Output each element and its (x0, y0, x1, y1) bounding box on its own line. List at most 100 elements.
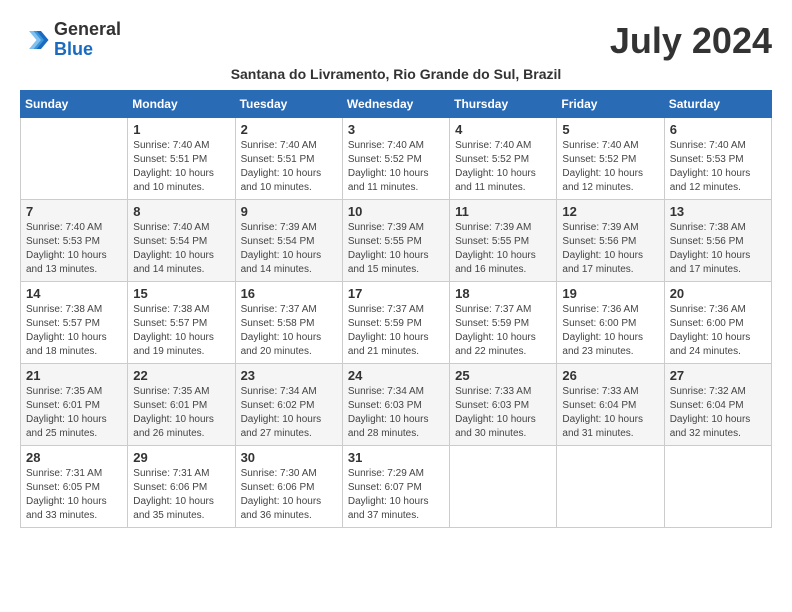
day-number: 29 (133, 450, 229, 465)
calendar-cell: 31 Sunrise: 7:29 AMSunset: 6:07 PMDayligh… (342, 446, 449, 528)
day-number: 19 (562, 286, 658, 301)
day-number: 5 (562, 122, 658, 137)
day-info: Sunrise: 7:37 AMSunset: 5:59 PMDaylight:… (455, 303, 551, 359)
day-info: Sunrise: 7:33 AMSunset: 6:04 PMDaylight:… (562, 385, 658, 441)
header-tuesday: Tuesday (235, 91, 342, 118)
calendar-week-row: 1 Sunrise: 7:40 AMSunset: 5:51 PMDaylight… (21, 118, 772, 200)
day-number: 7 (26, 204, 122, 219)
day-info: Sunrise: 7:33 AMSunset: 6:03 PMDaylight:… (455, 385, 551, 441)
page-header: General Blue July 2024 (20, 20, 772, 62)
day-number: 13 (670, 204, 766, 219)
calendar-cell: 5 Sunrise: 7:40 AMSunset: 5:52 PMDaylight… (557, 118, 664, 200)
calendar-cell: 20 Sunrise: 7:36 AMSunset: 6:00 PMDayligh… (664, 282, 771, 364)
calendar-cell: 3Sunrise: 7:40 AMSunset: 5:52 PMDaylight… (342, 118, 449, 200)
day-info: Sunrise: 7:36 AMSunset: 6:00 PMDaylight:… (670, 303, 766, 359)
month-title: July 2024 (610, 20, 772, 62)
day-info: Sunrise: 7:36 AMSunset: 6:00 PMDaylight:… (562, 303, 658, 359)
calendar-cell: 14 Sunrise: 7:38 AMSunset: 5:57 PMDayligh… (21, 282, 128, 364)
day-info: Sunrise: 7:29 AMSunset: 6:07 PMDaylight:… (348, 467, 444, 523)
calendar-cell: 10Sunrise: 7:39 AMSunset: 5:55 PMDayligh… (342, 200, 449, 282)
calendar-week-row: 7Sunrise: 7:40 AMSunset: 5:53 PMDaylight… (21, 200, 772, 282)
calendar-cell: 8 Sunrise: 7:40 AMSunset: 5:54 PMDaylight… (128, 200, 235, 282)
calendar-cell: 9 Sunrise: 7:39 AMSunset: 5:54 PMDaylight… (235, 200, 342, 282)
day-info: Sunrise: 7:38 AMSunset: 5:56 PMDaylight:… (670, 221, 766, 277)
header-thursday: Thursday (450, 91, 557, 118)
day-info: Sunrise: 7:38 AMSunset: 5:57 PMDaylight:… (133, 303, 229, 359)
day-info: Sunrise: 7:40 AMSunset: 5:51 PMDaylight:… (133, 139, 229, 195)
calendar-cell: 22Sunrise: 7:35 AMSunset: 6:01 PMDayligh… (128, 364, 235, 446)
day-info: Sunrise: 7:39 AMSunset: 5:55 PMDaylight:… (348, 221, 444, 277)
calendar-cell: 12 Sunrise: 7:39 AMSunset: 5:56 PMDayligh… (557, 200, 664, 282)
calendar-cell: 4Sunrise: 7:40 AMSunset: 5:52 PMDaylight… (450, 118, 557, 200)
day-info: Sunrise: 7:30 AMSunset: 6:06 PMDaylight:… (241, 467, 337, 523)
calendar-cell (664, 446, 771, 528)
day-info: Sunrise: 7:34 AMSunset: 6:02 PMDaylight:… (241, 385, 337, 441)
calendar-week-row: 21 Sunrise: 7:35 AMSunset: 6:01 PMDayligh… (21, 364, 772, 446)
calendar-cell: 29 Sunrise: 7:31 AMSunset: 6:06 PMDayligh… (128, 446, 235, 528)
day-number: 21 (26, 368, 122, 383)
calendar-cell: 24 Sunrise: 7:34 AMSunset: 6:03 PMDayligh… (342, 364, 449, 446)
day-number: 30 (241, 450, 337, 465)
logo-icon (20, 25, 50, 55)
day-info: Sunrise: 7:40 AMSunset: 5:52 PMDaylight:… (562, 139, 658, 195)
day-number: 16 (241, 286, 337, 301)
day-number: 11 (455, 204, 551, 219)
day-number: 20 (670, 286, 766, 301)
day-info: Sunrise: 7:38 AMSunset: 5:57 PMDaylight:… (26, 303, 122, 359)
calendar-week-row: 14 Sunrise: 7:38 AMSunset: 5:57 PMDayligh… (21, 282, 772, 364)
location-subtitle: Santana do Livramento, Rio Grande do Sul… (20, 66, 772, 82)
day-info: Sunrise: 7:32 AMSunset: 6:04 PMDaylight:… (670, 385, 766, 441)
day-number: 8 (133, 204, 229, 219)
day-number: 4 (455, 122, 551, 137)
day-info: Sunrise: 7:40 AMSunset: 5:51 PMDaylight:… (241, 139, 337, 195)
header-saturday: Saturday (664, 91, 771, 118)
calendar-cell: 27Sunrise: 7:32 AMSunset: 6:04 PMDayligh… (664, 364, 771, 446)
header-sunday: Sunday (21, 91, 128, 118)
calendar-cell: 19 Sunrise: 7:36 AMSunset: 6:00 PMDayligh… (557, 282, 664, 364)
day-number: 22 (133, 368, 229, 383)
day-info: Sunrise: 7:35 AMSunset: 6:01 PMDaylight:… (26, 385, 122, 441)
calendar-cell: 25Sunrise: 7:33 AMSunset: 6:03 PMDayligh… (450, 364, 557, 446)
day-number: 18 (455, 286, 551, 301)
calendar-cell: 17Sunrise: 7:37 AMSunset: 5:59 PMDayligh… (342, 282, 449, 364)
header-friday: Friday (557, 91, 664, 118)
calendar-cell: 26Sunrise: 7:33 AMSunset: 6:04 PMDayligh… (557, 364, 664, 446)
day-number: 24 (348, 368, 444, 383)
header-monday: Monday (128, 91, 235, 118)
day-info: Sunrise: 7:40 AMSunset: 5:54 PMDaylight:… (133, 221, 229, 277)
day-number: 6 (670, 122, 766, 137)
logo: General Blue (20, 20, 121, 60)
calendar-week-row: 28Sunrise: 7:31 AMSunset: 6:05 PMDayligh… (21, 446, 772, 528)
day-info: Sunrise: 7:39 AMSunset: 5:55 PMDaylight:… (455, 221, 551, 277)
calendar-cell: 18 Sunrise: 7:37 AMSunset: 5:59 PMDayligh… (450, 282, 557, 364)
day-info: Sunrise: 7:37 AMSunset: 5:59 PMDaylight:… (348, 303, 444, 359)
calendar-cell (21, 118, 128, 200)
day-info: Sunrise: 7:39 AMSunset: 5:54 PMDaylight:… (241, 221, 337, 277)
day-info: Sunrise: 7:31 AMSunset: 6:05 PMDaylight:… (26, 467, 122, 523)
calendar-cell: 30 Sunrise: 7:30 AMSunset: 6:06 PMDayligh… (235, 446, 342, 528)
day-number: 31 (348, 450, 444, 465)
day-number: 15 (133, 286, 229, 301)
day-number: 9 (241, 204, 337, 219)
logo-blue-text: Blue (54, 40, 121, 60)
calendar-cell: 23Sunrise: 7:34 AMSunset: 6:02 PMDayligh… (235, 364, 342, 446)
logo-general-text: General (54, 20, 121, 40)
calendar-cell: 15 Sunrise: 7:38 AMSunset: 5:57 PMDayligh… (128, 282, 235, 364)
day-number: 12 (562, 204, 658, 219)
calendar-cell (450, 446, 557, 528)
calendar-cell: 16 Sunrise: 7:37 AMSunset: 5:58 PMDayligh… (235, 282, 342, 364)
calendar-header-row: Sunday Monday Tuesday Wednesday Thursday… (21, 91, 772, 118)
day-info: Sunrise: 7:31 AMSunset: 6:06 PMDaylight:… (133, 467, 229, 523)
day-number: 1 (133, 122, 229, 137)
day-info: Sunrise: 7:37 AMSunset: 5:58 PMDaylight:… (241, 303, 337, 359)
day-info: Sunrise: 7:40 AMSunset: 5:53 PMDaylight:… (670, 139, 766, 195)
calendar-cell: 13 Sunrise: 7:38 AMSunset: 5:56 PMDayligh… (664, 200, 771, 282)
calendar-cell: 1 Sunrise: 7:40 AMSunset: 5:51 PMDaylight… (128, 118, 235, 200)
day-info: Sunrise: 7:39 AMSunset: 5:56 PMDaylight:… (562, 221, 658, 277)
day-number: 14 (26, 286, 122, 301)
day-number: 2 (241, 122, 337, 137)
day-number: 3 (348, 122, 444, 137)
calendar-table: Sunday Monday Tuesday Wednesday Thursday… (20, 90, 772, 528)
calendar-cell: 21 Sunrise: 7:35 AMSunset: 6:01 PMDayligh… (21, 364, 128, 446)
day-info: Sunrise: 7:34 AMSunset: 6:03 PMDaylight:… (348, 385, 444, 441)
